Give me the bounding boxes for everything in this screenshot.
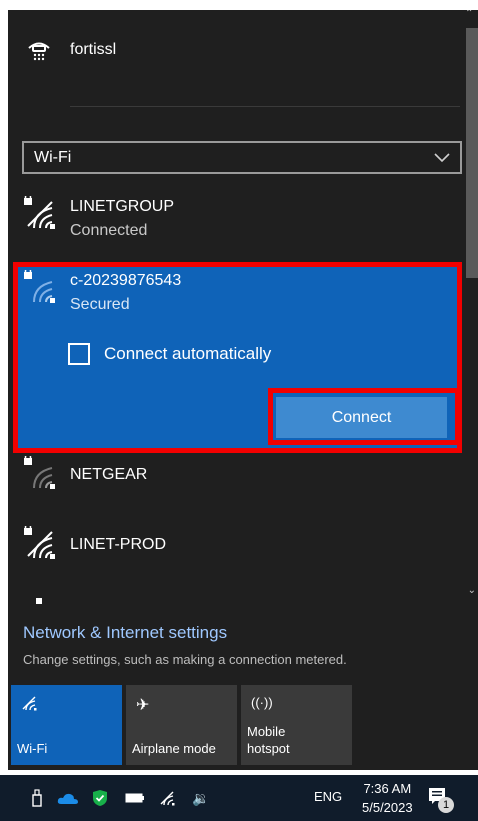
- checkbox-box[interactable]: [68, 343, 90, 365]
- notification-center-button[interactable]: 1: [428, 787, 454, 813]
- wifi-secured-icon: [22, 193, 62, 232]
- usb-icon[interactable]: [24, 785, 50, 811]
- connect-automatically-label: Connect automatically: [104, 344, 272, 363]
- quick-action-label: Mobile hotspot: [247, 724, 290, 756]
- vpn-icon: [28, 42, 50, 61]
- volume-icon[interactable]: 🔉: [188, 785, 214, 811]
- scroll-up-icon[interactable]: ⌃: [465, 10, 473, 19]
- vpn-name: fortissl: [70, 41, 117, 58]
- quick-actions: Wi-Fi ✈ Airplane mode ((·)) Mobile hotsp…: [11, 685, 352, 765]
- quick-action-airplane-mode[interactable]: ✈ Airplane mode: [126, 685, 237, 765]
- divider: [70, 106, 460, 107]
- airplane-icon: ✈: [136, 697, 150, 714]
- highlight-outline-connect: [268, 388, 460, 445]
- network-item-linet-prod[interactable]: LINET-PROD: [8, 523, 462, 562]
- clock[interactable]: 7:36 AM 5/5/2023: [362, 779, 413, 817]
- onedrive-icon[interactable]: [55, 785, 81, 811]
- adapter-select-value: Wi-Fi: [34, 148, 72, 166]
- network-status: Connected: [70, 222, 148, 239]
- network-item-linetgroup[interactable]: LINETGROUP Connected: [8, 193, 462, 240]
- connect-automatically-checkbox[interactable]: Connect automatically: [68, 343, 271, 365]
- clock-date: 5/5/2023: [362, 800, 413, 815]
- app-icon-partial[interactable]: ⋮: [0, 785, 7, 811]
- network-settings-link[interactable]: Network & Internet settings: [23, 623, 227, 643]
- wifi-secured-icon: [22, 523, 62, 562]
- chevron-down-icon: [434, 152, 450, 162]
- flyout-scrollbar[interactable]: ⌃: [462, 10, 478, 610]
- network-name: NETGEAR: [70, 466, 148, 483]
- language-indicator[interactable]: ENG: [314, 789, 342, 804]
- quick-action-wifi[interactable]: Wi-Fi: [11, 685, 122, 765]
- network-item-netgear[interactable]: NETGEAR: [8, 453, 462, 492]
- network-flyout: ⌃ ⌄ fortissl Wi-Fi LINETGROUP Connected …: [8, 10, 478, 770]
- network-settings-description: Change settings, such as making a connec…: [23, 652, 347, 667]
- scroll-down-icon[interactable]: ⌄: [468, 585, 476, 596]
- vpn-item-fortissl[interactable]: fortissl: [26, 30, 116, 70]
- quick-action-label: Airplane mode: [132, 741, 216, 756]
- wifi-icon: [21, 695, 39, 716]
- lock-icon-partial: [36, 598, 42, 604]
- taskbar: ⋮ 🔉 ENG 7:36 AM 5/5/2023 1: [0, 775, 478, 821]
- quick-action-mobile-hotspot[interactable]: ((·)) Mobile hotspot: [241, 685, 352, 765]
- hotspot-icon: ((·)): [251, 695, 273, 710]
- battery-icon[interactable]: [122, 785, 148, 811]
- scrollbar-thumb[interactable]: [466, 28, 478, 278]
- quick-action-label: Wi-Fi: [17, 741, 48, 756]
- security-shield-icon[interactable]: [87, 785, 113, 811]
- network-name: LINETGROUP: [70, 198, 175, 215]
- notification-count-badge: 1: [438, 797, 454, 813]
- clock-time: 7:36 AM: [363, 781, 412, 796]
- wifi-secured-icon: [22, 453, 62, 492]
- adapter-select[interactable]: Wi-Fi: [22, 141, 462, 174]
- network-name: LINET-PROD: [70, 536, 167, 553]
- wifi-icon[interactable]: [155, 785, 181, 811]
